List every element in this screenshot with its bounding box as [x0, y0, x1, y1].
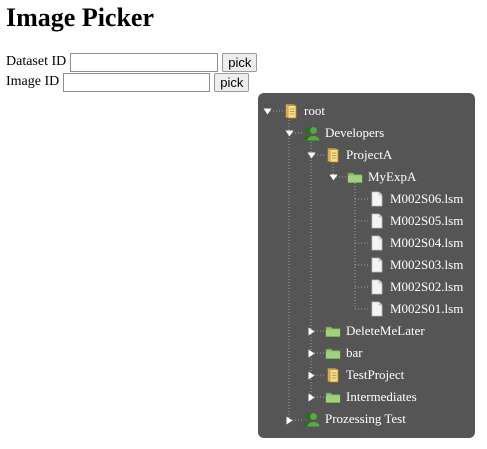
developers-expand-toggle[interactable] — [285, 129, 294, 138]
page-title: Image Picker — [6, 3, 155, 32]
tree-node-label: Intermediates — [346, 389, 417, 404]
dataset-id-label: Dataset ID — [6, 54, 67, 69]
tree-node-bar[interactable]: bar — [325, 343, 363, 363]
tree-node-label: Developers — [325, 125, 385, 140]
tree-node-image-file[interactable]: M002S02.lsm — [369, 277, 463, 297]
project-icon — [325, 147, 341, 163]
project-tree-panel: root Developers ProjectA MyExpA M002S06.… — [258, 93, 475, 438]
tree-node-test-project[interactable]: TestProject — [325, 365, 404, 385]
tree-node-my-exp-a[interactable]: MyExpA — [347, 167, 416, 187]
project-a-expand-toggle[interactable] — [307, 151, 316, 160]
tree-node-label: M002S05.lsm — [390, 213, 464, 228]
bar-expand-toggle[interactable] — [307, 349, 316, 358]
dataset-folder-icon — [347, 169, 363, 185]
my-exp-a-expand-toggle[interactable] — [329, 173, 338, 182]
tree-node-label: TestProject — [346, 367, 405, 382]
image-id-row: Image ID pick — [6, 72, 250, 92]
user-icon — [301, 411, 320, 427]
project-icon — [325, 367, 341, 383]
tree-node-image-file[interactable]: M002S04.lsm — [369, 233, 463, 253]
test-project-expand-toggle[interactable] — [307, 371, 316, 380]
image-file-icon — [369, 213, 385, 229]
tree-node-image-file[interactable]: M002S05.lsm — [369, 211, 463, 231]
intermediates-expand-toggle[interactable] — [307, 393, 316, 402]
delete-me-later-expand-toggle[interactable] — [307, 327, 316, 336]
dataset-pick-button[interactable]: pick — [222, 52, 258, 72]
image-file-icon — [369, 257, 385, 273]
tree-node-image-file[interactable]: M002S01.lsm — [369, 299, 463, 319]
tree-node-label: M002S01.lsm — [390, 301, 464, 316]
dataset-folder-icon — [325, 323, 341, 339]
dataset-folder-icon — [325, 345, 341, 361]
tree-node-prozessing-test[interactable]: Prozessing Test — [301, 409, 406, 429]
tree-node-developers[interactable]: Developers — [301, 123, 384, 143]
project-icon — [283, 103, 299, 119]
tree-node-label: M002S03.lsm — [390, 257, 464, 272]
tree-node-label: DeleteMeLater — [346, 323, 425, 338]
dataset-id-input[interactable] — [70, 52, 219, 72]
tree-node-label: M002S06.lsm — [390, 191, 464, 206]
root-expand-toggle[interactable] — [263, 107, 272, 116]
tree-node-label: root — [304, 103, 325, 118]
tree-node-label: bar — [346, 345, 363, 360]
prozessing-test-expand-toggle[interactable] — [285, 416, 294, 425]
tree-node-label: M002S02.lsm — [390, 279, 464, 294]
tree-node-delete-me-later[interactable]: DeleteMeLater — [325, 321, 425, 341]
image-id-input[interactable] — [63, 72, 211, 92]
tree-node-root[interactable]: root — [283, 101, 325, 121]
tree-node-project-a[interactable]: ProjectA — [325, 145, 392, 165]
tree-node-label: MyExpA — [368, 169, 417, 184]
image-id-label: Image ID — [6, 74, 60, 89]
tree-node-label: ProjectA — [346, 147, 393, 162]
image-file-icon — [369, 301, 385, 317]
tree-node-image-file[interactable]: M002S03.lsm — [369, 255, 463, 275]
dataset-folder-icon — [325, 389, 341, 405]
tree-node-intermediates[interactable]: Intermediates — [325, 387, 417, 407]
tree-node-label: Prozessing Test — [325, 411, 406, 426]
image-file-icon — [369, 235, 385, 251]
image-file-icon — [369, 191, 385, 207]
image-file-icon — [369, 279, 385, 295]
dataset-id-row: Dataset ID pick — [6, 52, 258, 72]
user-icon — [301, 125, 320, 141]
image-pick-button[interactable]: pick — [214, 72, 250, 92]
tree-node-label: M002S04.lsm — [390, 235, 464, 250]
tree-node-image-file[interactable]: M002S06.lsm — [369, 189, 463, 209]
